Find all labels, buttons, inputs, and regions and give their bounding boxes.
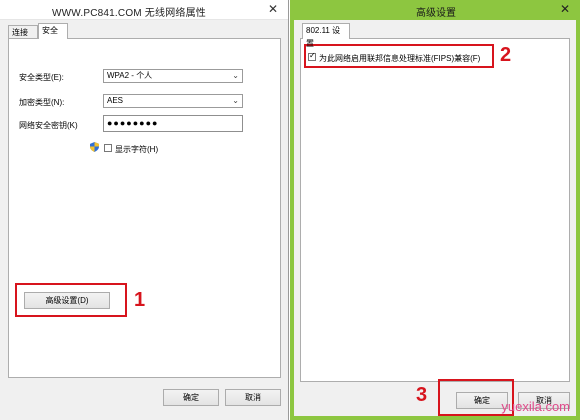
- settings-panel: 为此网络启用联邦信息处理标准(FIPS)兼容(F): [300, 38, 570, 382]
- chevron-down-icon: ⌄: [232, 71, 239, 80]
- security-type-select[interactable]: WPA2 - 个人 ⌄: [103, 69, 243, 83]
- show-chars-label: 显示字符(H): [115, 145, 159, 154]
- encryption-type-select[interactable]: AES ⌄: [103, 94, 243, 108]
- title-bar: 高级设置 ✕: [290, 0, 580, 20]
- network-key-label: 网络安全密钥(K): [19, 121, 78, 130]
- step2-number: 2: [500, 44, 512, 66]
- encryption-type-value: AES: [107, 96, 124, 105]
- step3-number: 3: [416, 384, 428, 406]
- advanced-settings-window: 高级设置 ✕ 802.11 设置 为此网络启用联邦信息处理标准(FIPS)兼容(…: [290, 0, 580, 420]
- tab-80211-settings[interactable]: 802.11 设置: [302, 23, 350, 48]
- network-key-field[interactable]: ●●●●●●●●: [103, 115, 243, 132]
- close-icon[interactable]: ✕: [556, 1, 574, 17]
- wireless-properties-window: WWW.PC841.COM 无线网络属性 ✕ 连接 安全 安全类型(E): WP…: [0, 0, 289, 420]
- tab-connection[interactable]: 连接: [8, 25, 38, 39]
- window-title: WWW.PC841.COM 无线网络属性: [52, 8, 207, 19]
- shield-icon: [90, 142, 99, 152]
- ok-button[interactable]: 确定: [163, 389, 219, 406]
- step1-highlight-box: [15, 283, 127, 317]
- watermark-text: yuexila.com: [501, 399, 570, 414]
- tab-security[interactable]: 安全: [38, 23, 68, 39]
- title-bar: WWW.PC841.COM 无线网络属性 ✕: [0, 0, 288, 20]
- close-icon[interactable]: ✕: [264, 1, 282, 17]
- dialog-body: 802.11 设置 为此网络启用联邦信息处理标准(FIPS)兼容(F) 确定 取…: [294, 20, 576, 416]
- step2-highlight-box: [304, 44, 494, 68]
- security-type-label: 安全类型(E):: [19, 73, 64, 82]
- window-title: 高级设置: [416, 8, 456, 19]
- chevron-down-icon: ⌄: [232, 96, 239, 105]
- security-type-value: WPA2 - 个人: [107, 71, 153, 80]
- encryption-type-label: 加密类型(N):: [19, 98, 65, 107]
- show-chars-checkbox[interactable]: [104, 144, 112, 152]
- security-panel: 安全类型(E): WPA2 - 个人 ⌄ 加密类型(N): AES ⌄ 网络安全…: [8, 38, 281, 378]
- cancel-button[interactable]: 取消: [225, 389, 281, 406]
- step1-number: 1: [134, 289, 146, 311]
